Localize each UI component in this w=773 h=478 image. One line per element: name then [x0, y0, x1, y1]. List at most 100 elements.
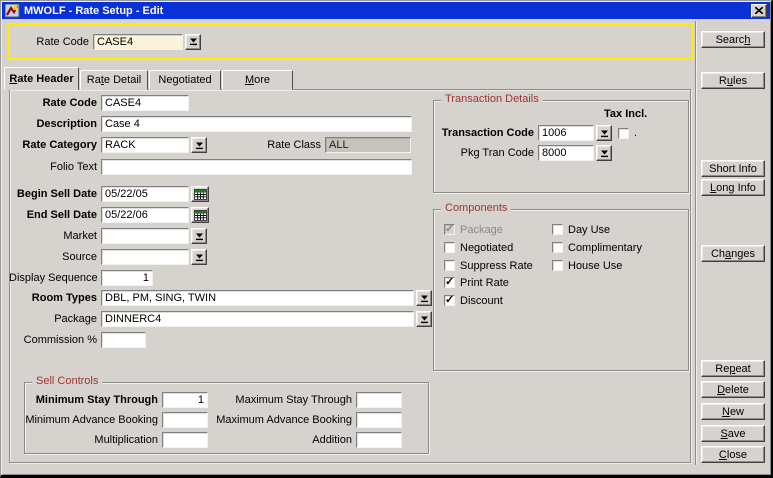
- checkbox-discount: Discount: [444, 294, 503, 307]
- discount-checkbox[interactable]: [444, 295, 455, 306]
- end-sell-date-calendar-button[interactable]: [191, 207, 209, 223]
- transaction-code-lov-button[interactable]: [596, 125, 612, 141]
- checkbox-suppress-rate: Suppress Rate: [444, 259, 533, 272]
- day-use-checkbox[interactable]: [552, 224, 563, 235]
- print-rate-checkbox[interactable]: [444, 277, 455, 288]
- end-sell-date-row: End Sell Date: [9, 207, 209, 223]
- components-title: Components: [441, 202, 511, 214]
- checkbox-print-rate: Print Rate: [444, 276, 509, 289]
- close-button[interactable]: [751, 4, 767, 18]
- commission-field[interactable]: [101, 332, 146, 348]
- min-adv-label: Minimum Advance Booking: [25, 414, 158, 426]
- sell-controls-group: Sell Controls Minimum Stay Through Maxim…: [24, 382, 429, 454]
- max-adv-field[interactable]: [356, 412, 402, 428]
- side-panel-divider: [695, 21, 697, 465]
- rules-button[interactable]: Rules: [701, 72, 765, 89]
- end-sell-date-label: End Sell Date: [9, 209, 97, 221]
- long-info-button[interactable]: Long Info: [701, 179, 765, 196]
- new-button[interactable]: New: [701, 403, 765, 420]
- min-adv-field[interactable]: [162, 412, 208, 428]
- room-types-label: Room Types: [9, 292, 97, 304]
- min-stay-field[interactable]: [162, 392, 208, 408]
- begin-sell-date-row: Begin Sell Date: [9, 186, 209, 202]
- commission-label: Commission %: [9, 334, 97, 346]
- end-sell-date-field[interactable]: [101, 207, 189, 223]
- package-checkbox[interactable]: [444, 224, 455, 235]
- components-group: Components Package Negotiated Suppress R…: [433, 209, 689, 371]
- checkbox-complimentary: Complimentary: [552, 241, 642, 254]
- tab-bar: Rate Header Rate Detail Negotiated More: [4, 67, 294, 90]
- rate-category-label: Rate Category: [9, 139, 97, 151]
- rate-code-search-input[interactable]: [93, 34, 183, 50]
- save-button[interactable]: Save: [701, 425, 765, 442]
- description-field[interactable]: [101, 116, 412, 132]
- rate-category-field[interactable]: [101, 137, 189, 153]
- rate-code-lov-button[interactable]: [185, 34, 201, 50]
- display-sequence-row: Display Sequence: [9, 270, 153, 286]
- max-stay-field[interactable]: [356, 392, 402, 408]
- lov-arrow-icon: [189, 37, 198, 46]
- pkg-tran-code-label: Pkg Tran Code: [434, 147, 534, 159]
- tax-incl-suffix: .: [634, 127, 637, 139]
- tab-rate-header[interactable]: Rate Header: [4, 67, 79, 90]
- source-field[interactable]: [101, 249, 189, 265]
- addition-field[interactable]: [356, 432, 402, 448]
- checkbox-house-use: House Use: [552, 259, 622, 272]
- display-sequence-field[interactable]: [101, 270, 153, 286]
- rate-code-field[interactable]: [101, 95, 189, 111]
- market-label: Market: [9, 230, 97, 242]
- transaction-code-field[interactable]: [538, 125, 594, 141]
- short-info-button[interactable]: Short Info: [701, 160, 765, 177]
- complimentary-checkbox[interactable]: [552, 242, 563, 253]
- close-window-button[interactable]: Close: [701, 446, 765, 463]
- changes-button[interactable]: Changes: [701, 245, 765, 262]
- room-types-lov-button[interactable]: [416, 290, 432, 306]
- lov-arrow-icon: [420, 315, 429, 324]
- transaction-code-row: Transaction Code .: [434, 125, 637, 141]
- multiplication-field[interactable]: [162, 432, 208, 448]
- checkbox-negotiated: Negotiated: [444, 241, 513, 254]
- package-field[interactable]: [101, 311, 414, 327]
- room-types-row: Room Types: [9, 290, 432, 306]
- repeat-button[interactable]: Repeat: [701, 360, 765, 377]
- rate-code-row: Rate Code: [9, 95, 189, 111]
- room-types-field[interactable]: [101, 290, 414, 306]
- pkg-tran-code-field[interactable]: [538, 145, 594, 161]
- delete-button[interactable]: Delete: [701, 381, 765, 398]
- commission-row: Commission %: [9, 332, 146, 348]
- description-row: Description: [9, 116, 412, 132]
- checkbox-day-use: Day Use: [552, 223, 610, 236]
- titlebar: MWOLF - Rate Setup - Edit: [2, 2, 770, 19]
- tax-incl-label: Tax Incl.: [604, 108, 647, 120]
- tax-incl-checkbox[interactable]: [618, 128, 629, 139]
- negotiated-checkbox[interactable]: [444, 242, 455, 253]
- rate-category-row: Rate Category Rate Class: [9, 137, 411, 153]
- stay-through-row: Minimum Stay Through Maximum Stay Throug…: [25, 392, 402, 408]
- folio-text-field[interactable]: [101, 159, 412, 175]
- rate-category-lov-button[interactable]: [191, 137, 207, 153]
- house-use-checkbox[interactable]: [552, 260, 563, 271]
- folio-text-row: Folio Text: [9, 159, 412, 175]
- mult-add-row: Multiplication Addition: [25, 432, 402, 448]
- advance-booking-row: Minimum Advance Booking Maximum Advance …: [25, 412, 402, 428]
- folio-text-label: Folio Text: [9, 161, 97, 173]
- market-field[interactable]: [101, 228, 189, 244]
- transaction-code-label: Transaction Code: [434, 127, 534, 139]
- tab-negotiated[interactable]: Negotiated: [149, 70, 221, 90]
- rate-code-panel: Rate Code: [7, 23, 694, 60]
- search-button[interactable]: Search: [701, 31, 765, 48]
- begin-sell-date-field[interactable]: [101, 186, 189, 202]
- package-lov-button[interactable]: [416, 311, 432, 327]
- pkg-tran-code-row: Pkg Tran Code: [434, 145, 612, 161]
- description-label: Description: [9, 118, 97, 130]
- tab-more[interactable]: More: [222, 70, 293, 90]
- transaction-details-title: Transaction Details: [441, 93, 543, 105]
- addition-label: Addition: [208, 434, 352, 446]
- suppress-rate-checkbox[interactable]: [444, 260, 455, 271]
- pkg-tran-code-lov-button[interactable]: [596, 145, 612, 161]
- market-lov-button[interactable]: [191, 228, 207, 244]
- window-title: MWOLF - Rate Setup - Edit: [24, 5, 751, 17]
- tab-rate-detail[interactable]: Rate Detail: [80, 70, 148, 90]
- begin-sell-date-calendar-button[interactable]: [191, 186, 209, 202]
- source-lov-button[interactable]: [191, 249, 207, 265]
